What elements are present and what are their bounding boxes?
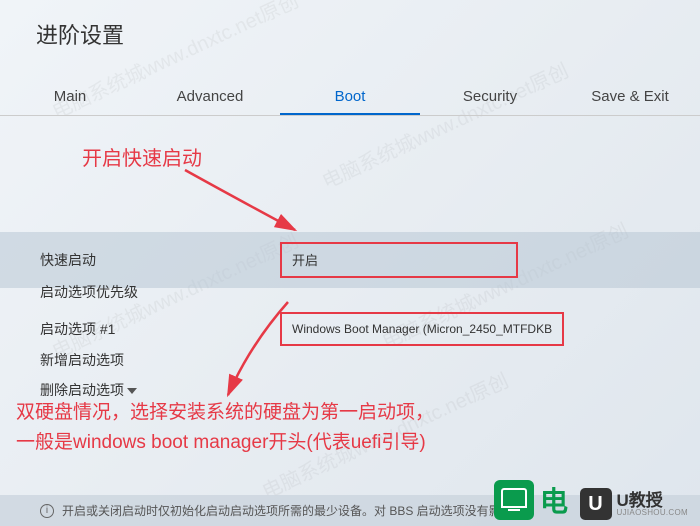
boot-option1-value: Windows Boot Manager (Micron_2450_MTFDKB <box>292 322 552 336</box>
tabs-bar: Main Advanced Boot Security Save & Exit <box>0 78 700 116</box>
tab-main[interactable]: Main <box>0 78 140 115</box>
boot-option1-label: 启动选项 #1 <box>40 319 280 339</box>
fast-boot-value: 开启 <box>292 253 318 268</box>
logo-u-main: U教授 <box>617 492 688 509</box>
u-icon: U <box>580 488 612 520</box>
tab-advanced[interactable]: Advanced <box>140 78 280 115</box>
logo-dian: 电 <box>494 480 568 520</box>
hint-text: 开启或关闭启动时仅初始化启动启动选项所需的最少设备。对 BBS 启动选项没有影响… <box>62 502 525 519</box>
boot-priority-label: 启动选项优先级 <box>40 282 280 302</box>
logo-u-sub: UJIAOSHOU.COM <box>617 509 688 517</box>
watermark: 电脑系统城www.dnxtc.net原创 <box>316 55 572 195</box>
info-icon: i <box>40 504 54 518</box>
add-boot-label: 新增启动选项 <box>40 350 280 370</box>
monitor-icon <box>494 480 534 520</box>
logo-d-text: 电 <box>540 480 568 520</box>
page-title: 进阶设置 <box>36 18 124 50</box>
tab-boot[interactable]: Boot <box>280 78 420 115</box>
logo-ujiaoshou: U U教授 UJIAOSHOU.COM <box>580 488 688 520</box>
fast-boot-label: 快速启动 <box>40 250 280 270</box>
tab-save-exit[interactable]: Save & Exit <box>560 78 700 115</box>
tab-security[interactable]: Security <box>420 78 560 115</box>
annotation-fast-boot: 开启快速启动 <box>82 142 202 171</box>
chevron-down-icon <box>127 388 137 394</box>
delete-boot-label: 删除启动选项 <box>40 380 280 400</box>
annotation-dual-disk: 双硬盘情况，选择安装系统的硬盘为第一启动项， 一般是windows boot m… <box>16 398 434 459</box>
